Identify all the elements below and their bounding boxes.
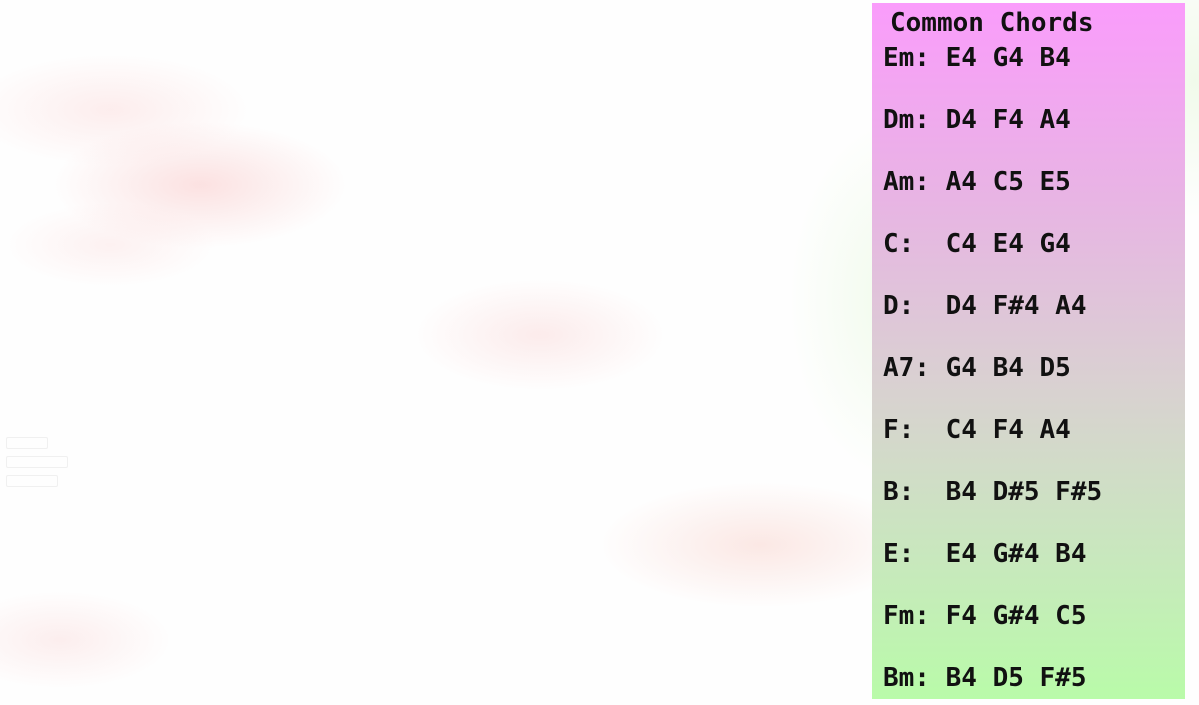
chord-row-b: B: B4 D#5 F#5 [883, 477, 1103, 507]
chord-row-fm: Fm: F4 G#4 C5 [883, 601, 1087, 631]
chord-row-c: C: C4 E4 G4 [883, 229, 1071, 259]
chord-row-em: Em: E4 G4 B4 [883, 43, 1071, 73]
faint-background-control [6, 475, 58, 487]
faint-background-control [6, 437, 48, 449]
panel-title: Common Chords [890, 8, 1094, 38]
chord-row-am: Am: A4 C5 E5 [883, 167, 1071, 197]
chord-row-f: F: C4 F4 A4 [883, 415, 1071, 445]
chord-row-dm: Dm: D4 F4 A4 [883, 105, 1071, 135]
chord-row-d: D: D4 F#4 A4 [883, 291, 1087, 321]
chord-reference-panel: Common Chords Em: E4 G4 B4 Dm: D4 F4 A4 … [872, 3, 1185, 699]
chord-row-a7: A7: G4 B4 D5 [883, 353, 1071, 383]
faint-background-control [6, 456, 68, 468]
chord-list: Em: E4 G4 B4 Dm: D4 F4 A4 Am: A4 C5 E5 C… [883, 41, 1102, 705]
chord-row-e: E: E4 G#4 B4 [883, 539, 1087, 569]
chord-row-bm: Bm: B4 D5 F#5 [883, 663, 1087, 693]
